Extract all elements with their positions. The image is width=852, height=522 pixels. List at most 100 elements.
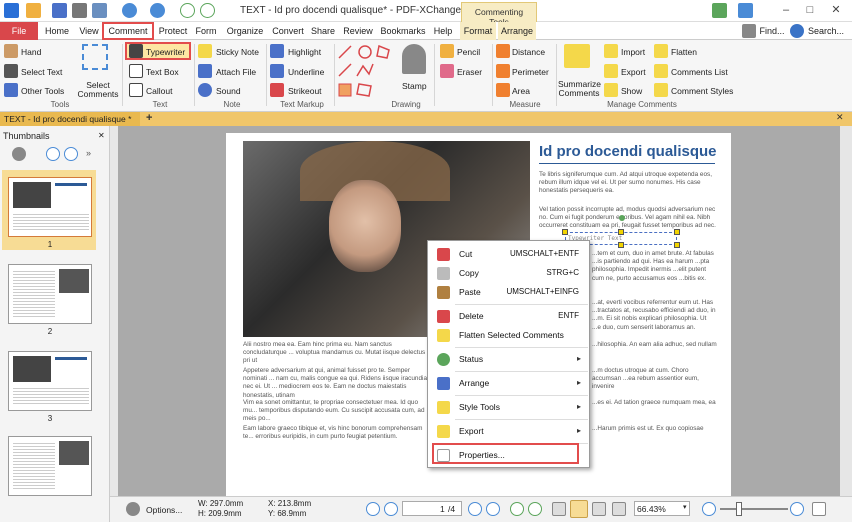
callout-tool[interactable]: Callout	[146, 86, 172, 96]
menu-view[interactable]: View	[76, 22, 102, 40]
menu-item-status[interactable]: Status ▸	[428, 350, 589, 369]
perimeter-tool[interactable]: Perimeter	[512, 67, 549, 77]
hand-tool[interactable]: Hand	[21, 47, 41, 57]
find-button[interactable]: Find...	[758, 22, 786, 40]
back-icon[interactable]	[180, 3, 195, 18]
import-button[interactable]: Import	[621, 47, 645, 57]
menu-organize[interactable]: Organize	[224, 22, 266, 40]
menu-item-flatten-selected[interactable]: Flatten Selected Comments	[428, 326, 589, 345]
strikeout-tool[interactable]: Strikeout	[288, 86, 322, 96]
stamp-tool[interactable]: Stamp	[402, 81, 427, 91]
menu-arrange[interactable]: Arrange	[498, 22, 536, 40]
last-page-button[interactable]	[486, 502, 500, 516]
new-tab-icon[interactable]: +	[146, 112, 152, 124]
rotate-handle[interactable]	[619, 215, 625, 221]
select-comments-tool[interactable]: Select Comments	[76, 81, 120, 99]
email-icon[interactable]	[92, 3, 107, 18]
menu-convert[interactable]: Convert	[268, 22, 308, 40]
zoom-out-icon[interactable]	[64, 147, 78, 161]
thumbnail-page-4[interactable]	[8, 436, 92, 496]
document-tab[interactable]: TEXT - Id pro docendi qualisque *	[0, 112, 140, 126]
open-folder-icon[interactable]	[26, 3, 41, 18]
continuous-page-icon[interactable]	[570, 500, 588, 518]
menu-file[interactable]: File	[0, 22, 38, 40]
menu-comment[interactable]: Comment	[102, 22, 154, 40]
thumbnail-options-icon[interactable]	[12, 147, 26, 161]
resize-handle[interactable]	[674, 229, 680, 235]
resize-handle[interactable]	[562, 229, 568, 235]
zoom-in-button[interactable]	[790, 502, 804, 516]
attach-file-tool[interactable]: Attach File	[216, 67, 256, 77]
forward-view-button[interactable]	[528, 502, 542, 516]
export-button[interactable]: Export	[621, 67, 646, 77]
eraser-tool[interactable]: Eraser	[457, 67, 482, 77]
forward-icon[interactable]	[200, 3, 215, 18]
print-icon[interactable]	[72, 3, 87, 18]
drawing-shapes-icon[interactable]	[337, 44, 393, 100]
settings-icon[interactable]	[712, 3, 727, 18]
facing-continuous-icon[interactable]	[612, 502, 626, 516]
zoom-slider-thumb[interactable]	[736, 502, 742, 516]
sticky-note-tool[interactable]: Sticky Note	[216, 47, 259, 57]
zoom-in-icon[interactable]	[46, 147, 60, 161]
resize-handle[interactable]	[674, 242, 680, 248]
pencil-tool[interactable]: Pencil	[457, 47, 480, 57]
minimize-button[interactable]: –	[778, 3, 794, 17]
underline-tool[interactable]: Underline	[288, 67, 324, 77]
undo-icon[interactable]	[122, 3, 137, 18]
vertical-scrollbar[interactable]	[840, 126, 852, 496]
select-text-tool[interactable]: Select Text	[21, 67, 62, 77]
menu-item-style-tools[interactable]: Style Tools ▸	[428, 398, 589, 417]
other-tools-button[interactable]: Other Tools	[21, 86, 64, 96]
prev-page-button[interactable]	[384, 502, 398, 516]
search-button[interactable]: Search...	[806, 22, 846, 40]
thumbnail-page-2[interactable]	[8, 264, 92, 324]
resize-handle[interactable]	[618, 242, 624, 248]
menu-item-paste[interactable]: Paste UMSCHALT+EINFG	[428, 283, 589, 302]
menu-protect[interactable]: Protect	[156, 22, 190, 40]
menu-review[interactable]: Review	[340, 22, 376, 40]
fullscreen-icon[interactable]	[812, 502, 826, 516]
more-chevron-icon[interactable]: »	[86, 148, 91, 158]
menu-item-copy[interactable]: Copy STRG+C	[428, 264, 589, 283]
menu-bookmarks[interactable]: Bookmarks	[378, 22, 428, 40]
single-page-icon[interactable]	[552, 502, 566, 516]
zoom-slider-track[interactable]	[720, 508, 788, 510]
pane-splitter[interactable]	[110, 126, 118, 496]
commenting-tools-context-tab[interactable]: Commenting Tools	[461, 2, 537, 27]
save-icon[interactable]	[52, 3, 67, 18]
menu-item-delete[interactable]: Delete ENTF	[428, 307, 589, 326]
facing-page-icon[interactable]	[592, 502, 606, 516]
close-tab-icon[interactable]: ✕	[836, 112, 844, 123]
menu-format[interactable]: Format	[460, 22, 496, 40]
comments-list-button[interactable]: Comments List	[671, 67, 728, 77]
back-view-button[interactable]	[510, 502, 524, 516]
redo-icon[interactable]	[150, 3, 165, 18]
flatten-button[interactable]: Flatten	[671, 47, 697, 57]
menu-item-arrange[interactable]: Arrange ▸	[428, 374, 589, 393]
first-page-button[interactable]	[366, 502, 380, 516]
close-button[interactable]: ✕	[828, 3, 844, 17]
resize-handle[interactable]	[618, 229, 624, 235]
text-box-tool[interactable]: Text Box	[146, 67, 179, 77]
menu-share[interactable]: Share	[308, 22, 338, 40]
show-button[interactable]: Show	[621, 86, 642, 96]
comment-styles-button[interactable]: Comment Styles	[671, 86, 733, 96]
area-tool[interactable]: Area	[512, 86, 530, 96]
menu-item-export[interactable]: Export ▸	[428, 422, 589, 441]
menu-item-cut[interactable]: Cut UMSCHALT+ENTF	[428, 245, 589, 264]
maximize-button[interactable]: □	[802, 3, 818, 17]
options-button[interactable]: Options...	[146, 505, 182, 515]
thumbnail-page-1[interactable]	[8, 177, 92, 237]
sound-tool[interactable]: Sound	[216, 86, 241, 96]
menu-help[interactable]: Help	[430, 22, 456, 40]
close-pane-icon[interactable]: ✕	[98, 131, 105, 140]
next-page-button[interactable]	[468, 502, 482, 516]
menu-form[interactable]: Form	[192, 22, 220, 40]
ui-options-icon[interactable]	[738, 3, 753, 18]
summarize-comments-tool[interactable]: Summarize Comments	[558, 80, 601, 98]
zoom-out-button[interactable]	[702, 502, 716, 516]
distance-tool[interactable]: Distance	[512, 47, 545, 57]
thumbnail-page-3[interactable]	[8, 351, 92, 411]
zoom-dropdown-chevron-icon[interactable]: ▾	[683, 503, 687, 511]
